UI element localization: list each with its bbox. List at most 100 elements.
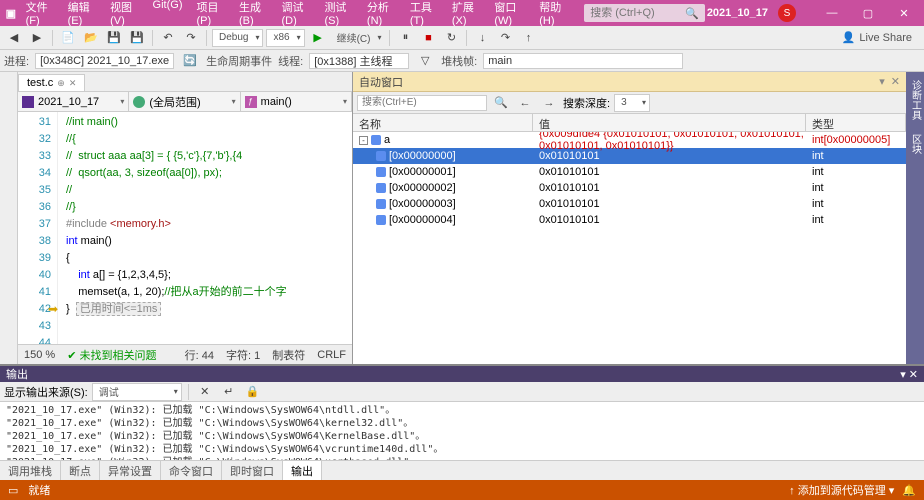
autos-prev-icon[interactable]: ← <box>515 93 535 113</box>
output-lock-icon[interactable]: 🔒 <box>243 382 263 402</box>
tab-test-c[interactable]: test.c ⊕ ✕ <box>18 74 85 91</box>
liveshare-icon: 👤 <box>842 31 856 44</box>
autos-title: 自动窗口 ▾✕ <box>353 72 906 92</box>
autos-row[interactable]: [0x00000000]0x01010101int <box>353 148 906 164</box>
output-tab[interactable]: 断点 <box>61 461 100 481</box>
output-tab[interactable]: 输出 <box>283 461 322 481</box>
pause-icon[interactable]: ⏸ <box>395 28 415 48</box>
stackframe-dropdown[interactable]: main <box>483 53 683 69</box>
output-tab[interactable]: 即时窗口 <box>222 461 283 481</box>
pin-icon[interactable]: ⊕ <box>57 78 65 89</box>
source-control[interactable]: ↑ 添加到源代码管理 ▾ <box>789 482 894 498</box>
autos-row[interactable]: - a{0x009dfde4 {0x01010101, 0x01010101, … <box>353 132 906 148</box>
restart-icon[interactable]: ↻ <box>441 28 461 48</box>
output-toolbar: 显示输出来源(S): 调试 ✕ ↵ 🔒 <box>0 382 924 402</box>
autos-header: 名称 值 类型 <box>353 114 906 132</box>
code-text[interactable]: //int main()//{// struct aaa aa[3] = { {… <box>58 112 352 344</box>
autos-row[interactable]: [0x00000004]0x01010101int <box>353 212 906 228</box>
solution-name: 2021_10_17 <box>707 7 768 19</box>
process-dropdown[interactable]: [0x348C] 2021_10_17.exe <box>35 53 174 69</box>
autos-search-icon[interactable]: 🔍 <box>491 93 511 113</box>
platform-dropdown[interactable]: x86 <box>266 29 304 47</box>
eol-indicator: CRLF <box>317 349 346 361</box>
thread-dropdown[interactable]: [0x1388] 主线程 <box>309 53 409 69</box>
output-tab[interactable]: 异常设置 <box>100 461 161 481</box>
nav-fwd-icon[interactable]: ▶ <box>27 28 47 48</box>
search-icon: 🔍 <box>685 7 699 20</box>
close-button[interactable]: ✕ <box>888 2 920 24</box>
search-input[interactable] <box>590 7 685 19</box>
col-value[interactable]: 值 <box>533 114 806 131</box>
redo-icon[interactable]: ↷ <box>181 28 201 48</box>
output-dropdown-icon[interactable]: ▾ <box>900 369 906 381</box>
output-tabs: 调用堆栈断点异常设置命令窗口即时窗口输出 <box>0 460 924 480</box>
autos-toolbar: 🔍 ← → 搜索深度: 3 <box>353 92 906 114</box>
output-clear-icon[interactable]: ✕ <box>195 382 215 402</box>
nav-function[interactable]: ƒmain() <box>241 92 352 111</box>
editor-statusbar: 150 % ✔ 未找到相关问题 行: 44 字符: 1 制表符 CRLF <box>18 344 352 364</box>
user-badge[interactable]: S <box>778 4 796 22</box>
standard-toolbar: ◀ ▶ 📄 📂 💾 💾 ↶ ↷ Debug x86 ▶ 继续(C) ⏸ ■ ↻ … <box>0 26 924 50</box>
undo-icon[interactable]: ↶ <box>158 28 178 48</box>
debug-toolbar: 进程: [0x348C] 2021_10_17.exe 🔄 生命周期事件 线程:… <box>0 50 924 72</box>
autos-row[interactable]: [0x00000001]0x01010101int <box>353 164 906 180</box>
save-icon[interactable]: 💾 <box>104 28 124 48</box>
autos-body: - a{0x009dfde4 {0x01010101, 0x01010101, … <box>353 132 906 364</box>
output-pane: 输出 ▾ ✕ 显示输出来源(S): 调试 ✕ ↵ 🔒 "2021_10_17.e… <box>0 364 924 480</box>
editor-pane: test.c ⊕ ✕ 2021_10_17 (全局范围) ƒmain() 313… <box>18 72 353 364</box>
pane-close-icon[interactable]: ✕ <box>891 75 900 88</box>
minimize-button[interactable]: — <box>816 2 848 24</box>
autos-pane: 自动窗口 ▾✕ 🔍 ← → 搜索深度: 3 名称 值 类型 - a{0x009d… <box>353 72 906 364</box>
stop-icon[interactable]: ■ <box>418 28 438 48</box>
code-editor[interactable]: 3132333435363738394041424344 //int main(… <box>18 112 352 344</box>
left-rail <box>0 72 18 364</box>
maximize-button[interactable]: ▢ <box>852 2 884 24</box>
vs-logo: ▣ <box>4 5 18 21</box>
depth-label: 搜索深度: <box>563 95 610 111</box>
output-close-icon[interactable]: ✕ <box>909 369 918 381</box>
new-file-icon[interactable]: 📄 <box>58 28 78 48</box>
col-name[interactable]: 名称 <box>353 114 533 131</box>
pane-dropdown-icon[interactable]: ▾ <box>879 75 885 88</box>
config-dropdown[interactable]: Debug <box>212 29 263 47</box>
col-type[interactable]: 类型 <box>806 114 906 131</box>
nav-project[interactable]: 2021_10_17 <box>18 92 129 111</box>
continue-icon[interactable]: ▶ <box>308 28 328 48</box>
output-title: 输出 ▾ ✕ <box>0 366 924 382</box>
lifecycle-icon[interactable]: 🔄 <box>180 51 200 71</box>
notifications-icon[interactable]: 🔔 <box>902 484 916 497</box>
nav-back-icon[interactable]: ◀ <box>4 28 24 48</box>
search-box[interactable]: 🔍 <box>584 4 705 22</box>
nav-scope[interactable]: (全局范围) <box>129 92 240 111</box>
rail-intellicode[interactable]: 区块 <box>907 130 924 158</box>
step-over-icon[interactable]: ↷ <box>495 28 515 48</box>
issues-status[interactable]: ✔ 未找到相关问题 <box>67 347 156 363</box>
step-into-icon[interactable]: ↓ <box>472 28 492 48</box>
right-rail: 诊断工具 区块 <box>906 72 924 364</box>
editor-tabs: test.c ⊕ ✕ <box>18 72 352 92</box>
output-text[interactable]: "2021_10_17.exe" (Win32): 已加载 "C:\Window… <box>0 402 924 460</box>
statusbar: ▭ 就绪 ↑ 添加到源代码管理 ▾ 🔔 <box>0 480 924 500</box>
code-nav-bar: 2021_10_17 (全局范围) ƒmain() <box>18 92 352 112</box>
close-tab-icon[interactable]: ✕ <box>69 78 77 89</box>
save-all-icon[interactable]: 💾 <box>127 28 147 48</box>
output-wrap-icon[interactable]: ↵ <box>219 382 239 402</box>
output-tab[interactable]: 命令窗口 <box>161 461 222 481</box>
titlebar: ▣ 文件(F)编辑(E)视图(V)Git(G)项目(P)生成(B)调试(D)测试… <box>0 0 924 26</box>
rail-diagnostics[interactable]: 诊断工具 <box>907 76 924 124</box>
autos-row[interactable]: [0x00000003]0x01010101int <box>353 196 906 212</box>
continue-button[interactable]: 继续(C) <box>331 29 385 47</box>
depth-dropdown[interactable]: 3 <box>614 94 650 112</box>
char-indicator: 字符: 1 <box>226 347 260 363</box>
status-state: 就绪 <box>28 482 50 498</box>
zoom-level[interactable]: 150 % <box>24 349 55 361</box>
liveshare[interactable]: 👤 Live Share <box>842 31 920 44</box>
output-tab[interactable]: 调用堆栈 <box>0 461 61 481</box>
filter-icon[interactable]: ▽ <box>415 51 435 71</box>
autos-row[interactable]: [0x00000002]0x01010101int <box>353 180 906 196</box>
open-icon[interactable]: 📂 <box>81 28 101 48</box>
autos-search[interactable] <box>357 95 487 111</box>
output-from-dropdown[interactable]: 调试 <box>92 383 182 401</box>
step-out-icon[interactable]: ↑ <box>518 28 538 48</box>
autos-next-icon[interactable]: → <box>539 93 559 113</box>
